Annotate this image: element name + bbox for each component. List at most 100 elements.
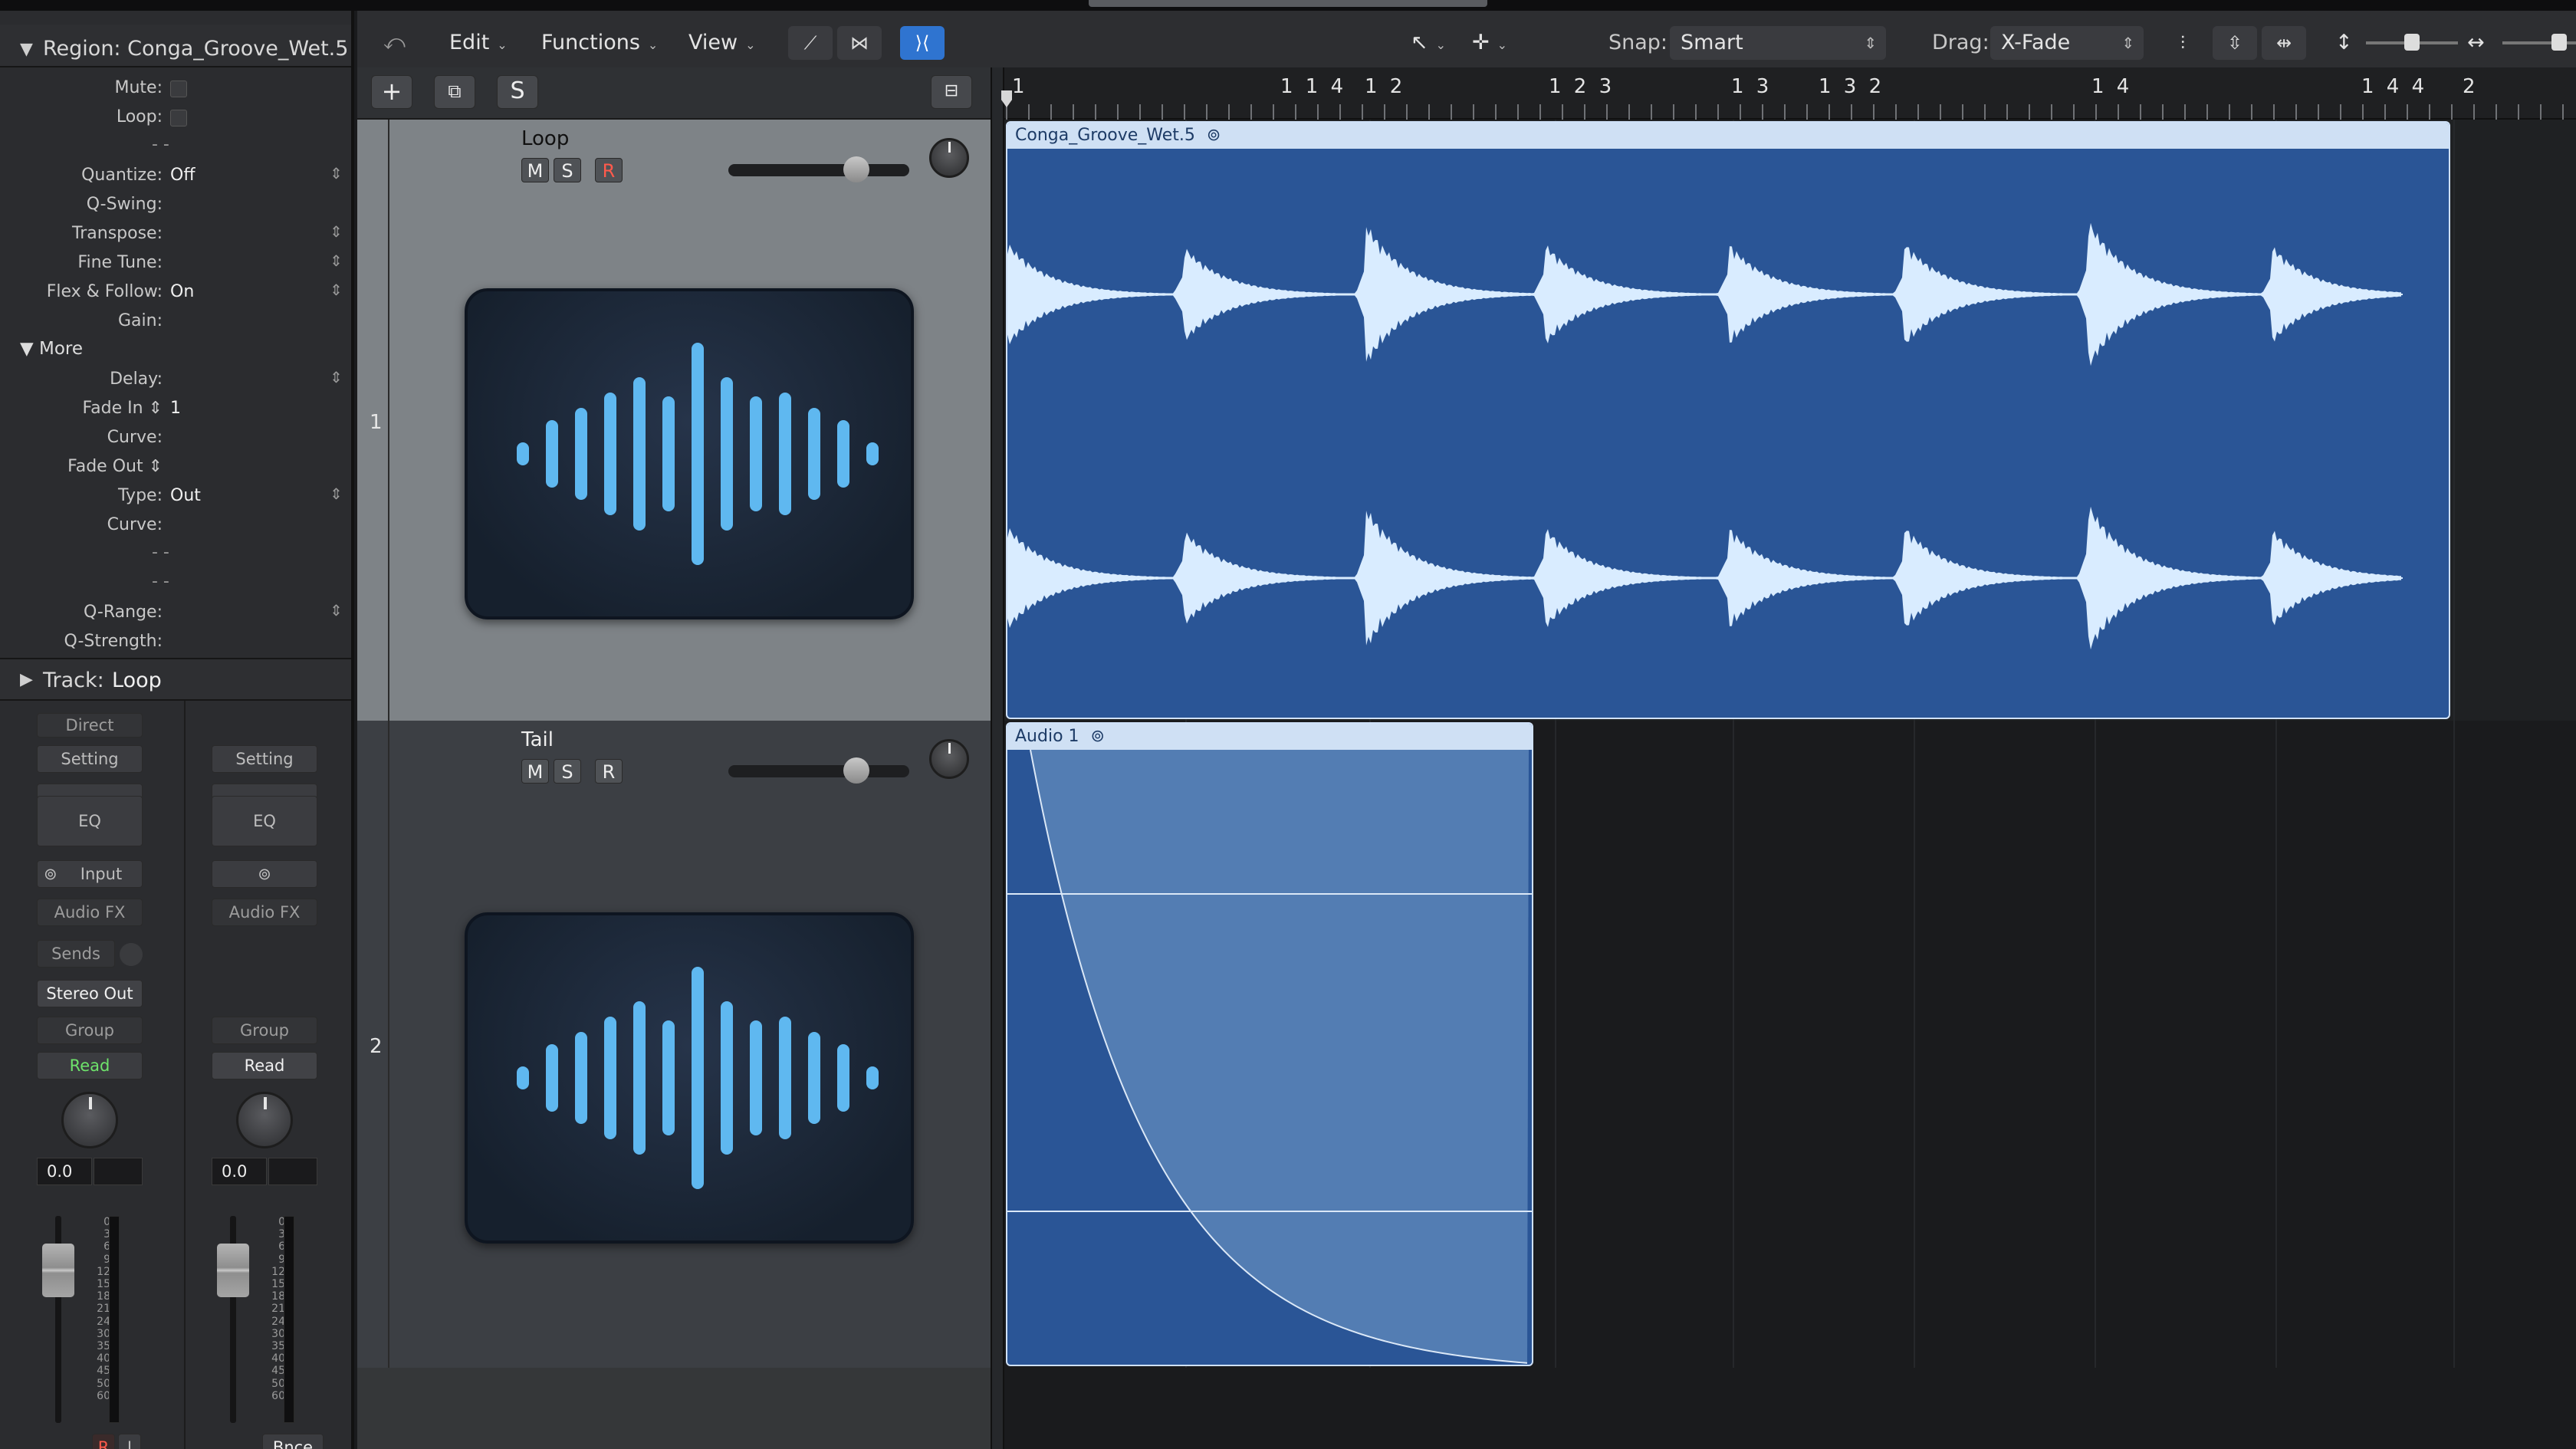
inspector-row[interactable]: Fade In ⇕ 1 xyxy=(0,394,351,423)
functions-menu[interactable]: Functions ⌄ xyxy=(541,26,658,60)
inspector-row[interactable]: Fade Out ⇕ xyxy=(0,452,351,481)
setting-button[interactable]: Setting xyxy=(212,745,317,773)
pan-knob[interactable] xyxy=(61,1092,118,1148)
disclosure-triangle-icon[interactable]: ▼ xyxy=(20,339,34,359)
crosshair-tool-icon[interactable]: ✛ ⌄ xyxy=(1472,26,1507,60)
updown-icon[interactable]: ⇕ xyxy=(330,601,343,619)
drag-select[interactable]: X-Fade ⇕ xyxy=(1990,26,2144,60)
track-pan-knob[interactable] xyxy=(929,739,969,779)
inspector-row[interactable]: Loop: xyxy=(0,103,351,132)
horizontal-zoom-handle[interactable] xyxy=(2551,34,2567,51)
track-volume-handle[interactable] xyxy=(843,757,869,784)
region-inspector-header[interactable]: ▼ Region: Conga_Groove_Wet.5 xyxy=(0,25,351,67)
horizontal-auto-zoom-icon[interactable]: ⇹ xyxy=(2262,26,2306,60)
bar-ruler[interactable]: 1 1 1 4 1 2 1 2 3 1 3 1 3 2 1 4 1 4 4 2 xyxy=(1004,67,2576,120)
direct-button[interactable]: Direct xyxy=(37,713,143,738)
link-button[interactable]: ⊚ xyxy=(212,860,317,888)
updown-icon[interactable]: ⇕ xyxy=(330,251,343,270)
add-track-button[interactable]: + xyxy=(371,75,412,109)
track-name[interactable]: Tail xyxy=(521,728,554,751)
audio-fx-button[interactable]: Audio FX xyxy=(37,899,143,926)
eq-button[interactable]: EQ xyxy=(37,796,143,846)
region-header[interactable]: Conga_Groove_Wet.5 ⊚ xyxy=(1007,123,2449,149)
sends-button[interactable]: Sends xyxy=(37,940,115,968)
catch-playhead-icon[interactable]: ⟩⟨ xyxy=(900,26,945,60)
parameter-value[interactable]: On xyxy=(170,282,194,301)
inspector-row[interactable]: Flex & Follow: On ⇕ xyxy=(0,278,351,307)
inspector-row[interactable]: Gain: xyxy=(0,307,351,336)
automation-mode-button[interactable]: Read xyxy=(212,1052,317,1079)
global-solo-button[interactable]: S xyxy=(497,75,538,109)
updown-icon[interactable]: ⇕ xyxy=(330,485,343,503)
solo-button[interactable]: S xyxy=(554,158,581,182)
volume-fader[interactable] xyxy=(217,1244,249,1297)
track-volume-slider[interactable] xyxy=(728,765,909,777)
inspector-row[interactable]: Curve: xyxy=(0,423,351,452)
waveform-zoom-icon[interactable]: ⫶ xyxy=(2160,26,2205,60)
record-enable-button[interactable]: R xyxy=(595,759,623,784)
vertical-auto-zoom-icon[interactable]: ⇳ xyxy=(2213,26,2257,60)
snap-select[interactable]: Smart ⇕ xyxy=(1670,26,1886,60)
bounce-button[interactable]: Bnce xyxy=(262,1434,324,1449)
inspector-row[interactable]: - - xyxy=(0,132,351,161)
parameter-value[interactable]: Out xyxy=(170,486,201,505)
updown-icon[interactable]: ⇕ xyxy=(330,368,343,386)
send-knob[interactable] xyxy=(120,943,143,966)
track-tail[interactable]: 2 Tail M S R xyxy=(357,721,991,1368)
pan-knob[interactable] xyxy=(236,1092,293,1148)
inspector-row[interactable]: Q-Range: ⇕ xyxy=(0,598,351,627)
input-monitor-button[interactable]: I xyxy=(118,1434,141,1449)
record-enable-button[interactable]: R xyxy=(595,158,623,182)
audio-region-audio1[interactable]: Audio 1 ⊚ xyxy=(1006,722,1533,1366)
disclosure-triangle-icon[interactable]: ▼ xyxy=(20,40,33,59)
track-name[interactable]: Loop xyxy=(521,127,569,150)
vertical-zoom-handle[interactable] xyxy=(2404,34,2420,51)
parameter-value[interactable]: Off xyxy=(170,166,195,185)
panel-divider[interactable] xyxy=(991,67,1004,1449)
updown-icon[interactable]: ⇕ xyxy=(330,281,343,299)
flex-icon[interactable]: ⋈ xyxy=(837,26,882,60)
more-section-header[interactable]: ▼ More xyxy=(20,339,83,359)
view-menu[interactable]: View ⌄ xyxy=(688,26,755,60)
inspector-row[interactable]: Q-Strength: xyxy=(0,627,351,656)
track-loop[interactable]: 1 Loop M S R xyxy=(357,120,991,721)
record-enable-button[interactable]: R xyxy=(92,1434,115,1449)
parameter-value[interactable]: 1 xyxy=(170,399,181,418)
inspector-row[interactable]: Transpose: ⇕ xyxy=(0,219,351,248)
back-arrow-icon[interactable]: ⤺ xyxy=(383,26,406,60)
setting-button[interactable]: Setting xyxy=(37,745,143,773)
audio-region-conga[interactable]: Conga_Groove_Wet.5 ⊚ xyxy=(1006,121,2450,719)
volume-fader[interactable] xyxy=(42,1244,74,1297)
automation-mode-button[interactable]: Read xyxy=(37,1052,143,1079)
region-header[interactable]: Audio 1 ⊚ xyxy=(1007,724,1532,750)
parameter-checkbox[interactable] xyxy=(170,80,187,97)
collapse-icon[interactable]: ⊟ xyxy=(931,75,972,109)
audio-fx-button[interactable]: Audio FX xyxy=(212,899,317,926)
track-volume-slider[interactable] xyxy=(728,164,909,176)
volume-readout[interactable]: 0.0 xyxy=(37,1158,92,1185)
group-button[interactable]: Group xyxy=(37,1017,143,1044)
edit-menu[interactable]: Edit ⌄ xyxy=(449,26,508,60)
pointer-tool-icon[interactable]: ↖ ⌄ xyxy=(1411,26,1446,60)
updown-icon[interactable]: ⇕ xyxy=(330,222,343,241)
duplicate-track-icon[interactable]: ⧉ xyxy=(434,75,475,109)
inspector-row[interactable]: Delay: ⇕ xyxy=(0,365,351,394)
updown-icon[interactable]: ⇕ xyxy=(330,164,343,182)
inspector-row[interactable]: - - xyxy=(0,540,351,569)
solo-button[interactable]: S xyxy=(554,759,581,784)
inspector-row[interactable]: Quantize: Off ⇕ xyxy=(0,161,351,190)
inspector-row[interactable]: Type: Out ⇕ xyxy=(0,481,351,511)
mute-button[interactable]: M xyxy=(521,759,549,784)
output-button[interactable]: Stereo Out xyxy=(37,980,143,1007)
track-inspector-header[interactable]: ▶ Track: Loop xyxy=(0,658,351,701)
disclosure-triangle-right-icon[interactable]: ▶ xyxy=(20,670,33,689)
eq-button[interactable]: EQ xyxy=(212,796,317,846)
inspector-row[interactable]: - - xyxy=(0,569,351,598)
track-volume-handle[interactable] xyxy=(843,156,869,182)
automation-icon[interactable]: ⟋ xyxy=(788,26,833,60)
input-button[interactable]: ⊚ Input xyxy=(37,860,143,888)
inspector-row[interactable]: Mute: xyxy=(0,74,351,103)
volume-readout[interactable]: 0.0 xyxy=(212,1158,267,1185)
inspector-row[interactable]: Q-Swing: xyxy=(0,190,351,219)
inspector-row[interactable]: Curve: xyxy=(0,511,351,540)
